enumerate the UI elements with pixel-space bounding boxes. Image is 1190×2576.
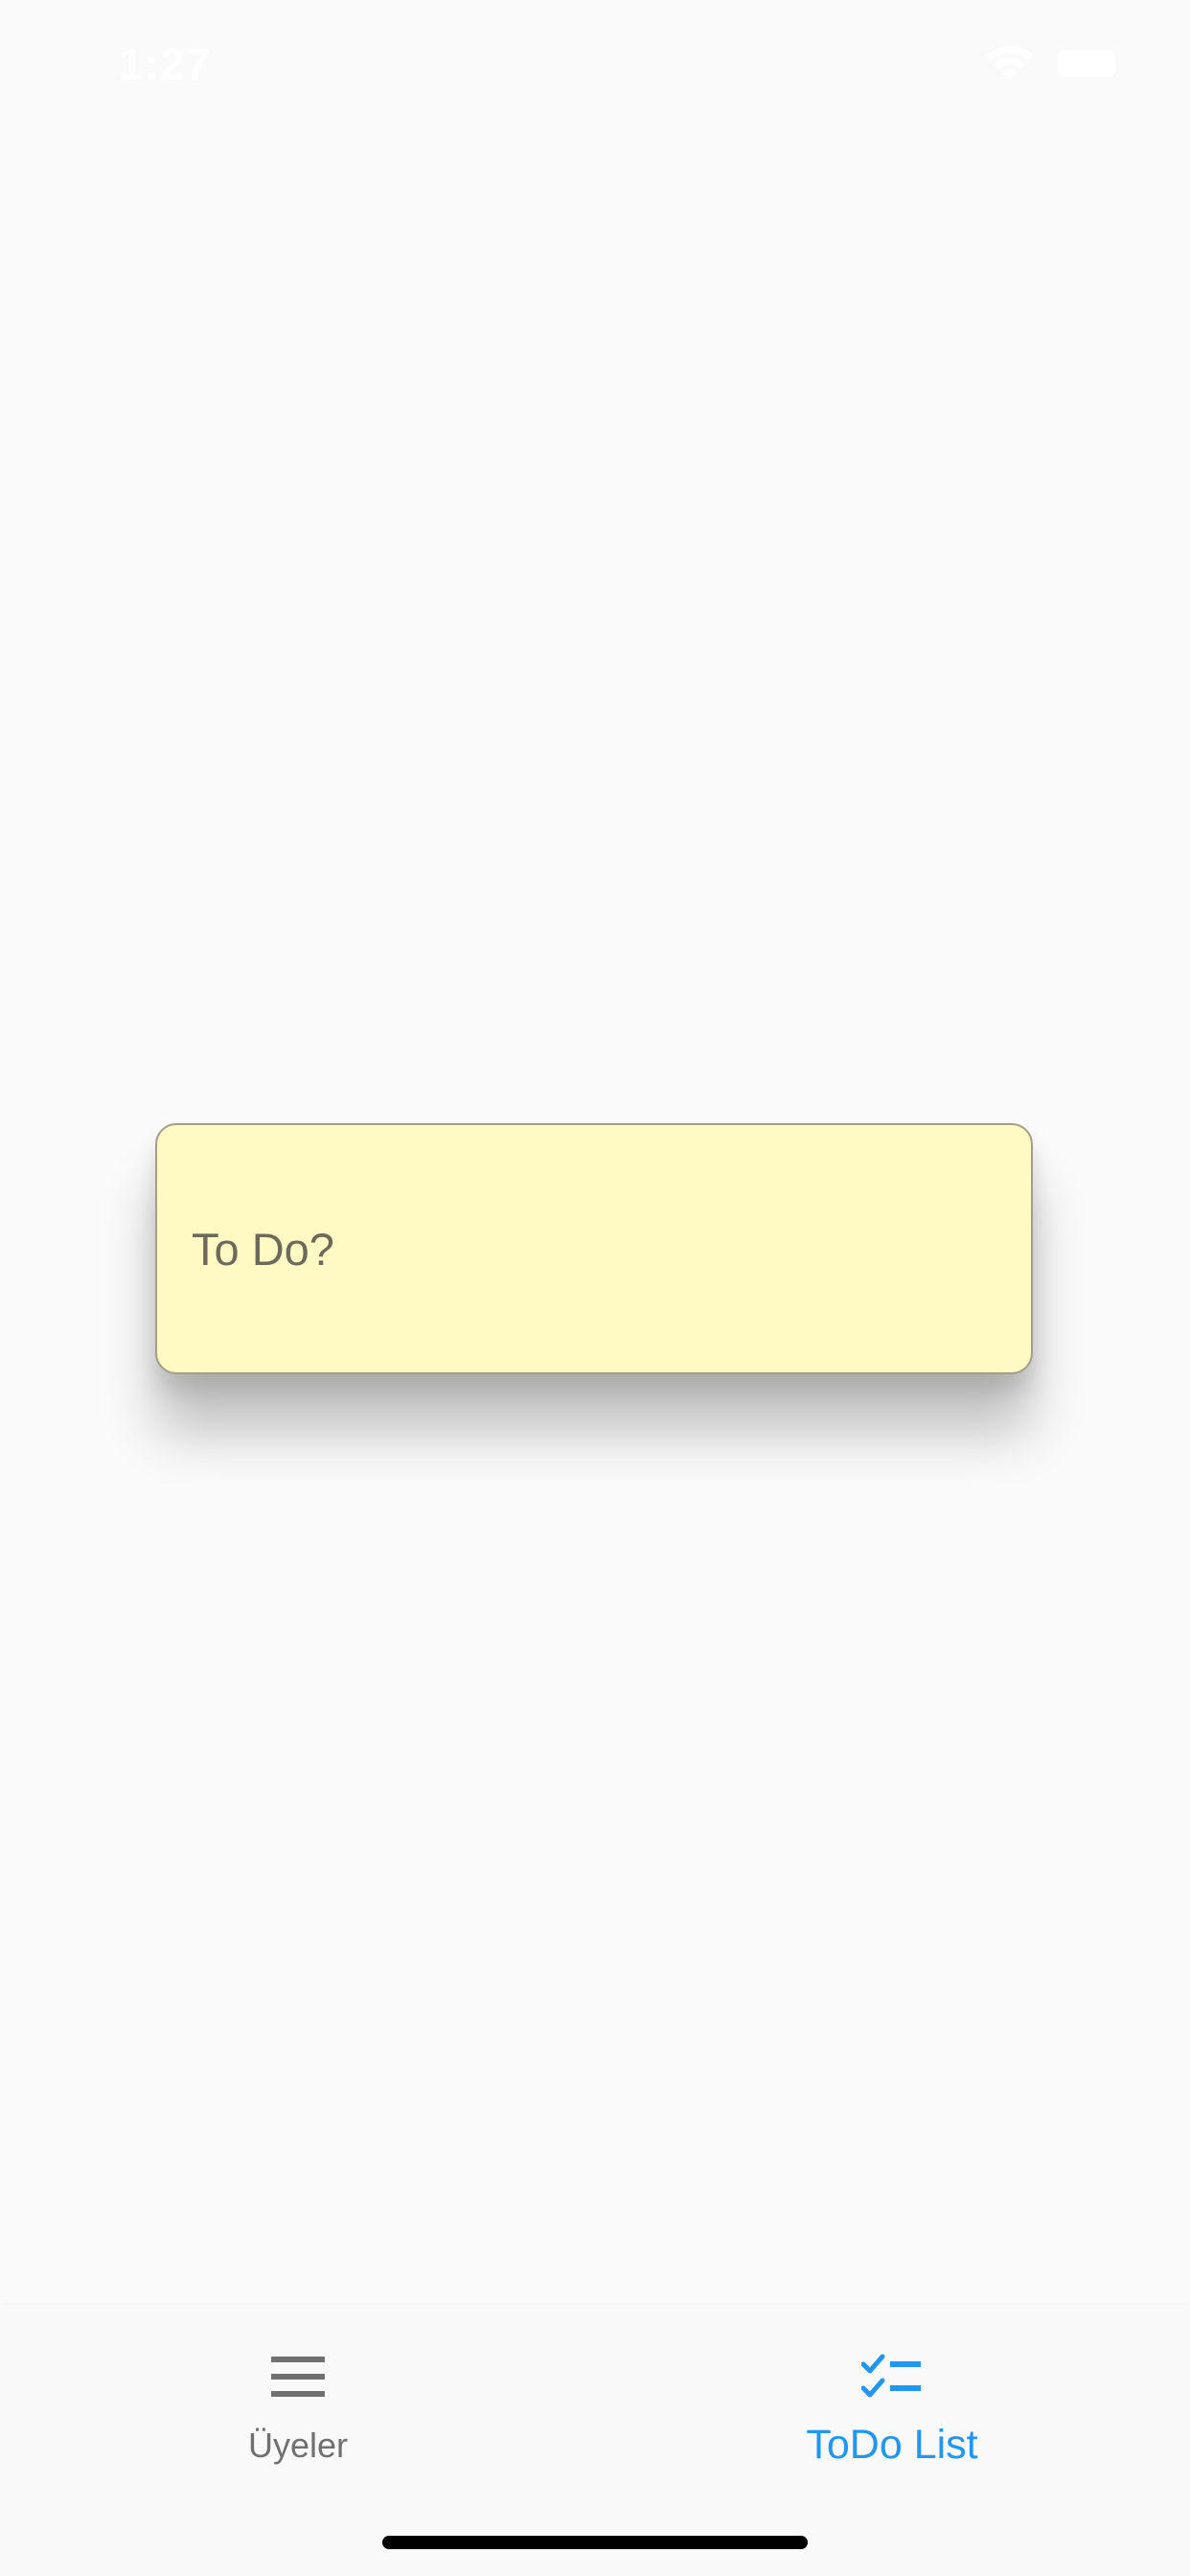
status-time: 1:27 [119,39,212,89]
home-indicator[interactable] [382,2536,808,2549]
status-bar: 1:27 [0,0,1190,126]
tab-todo-list-label: ToDo List [806,2422,978,2468]
todo-note-card[interactable] [155,1123,1033,1374]
todo-input[interactable] [192,1125,996,1372]
tab-todo-list[interactable]: ToDo List [744,2343,1041,2487]
wifi-icon [987,46,1033,80]
checklist-icon [861,2354,921,2398]
tab-members[interactable]: Üyeler [149,2343,446,2487]
tab-members-label: Üyeler [247,2426,349,2465]
menu-icon [271,2357,325,2397]
battery-icon [1058,50,1115,77]
